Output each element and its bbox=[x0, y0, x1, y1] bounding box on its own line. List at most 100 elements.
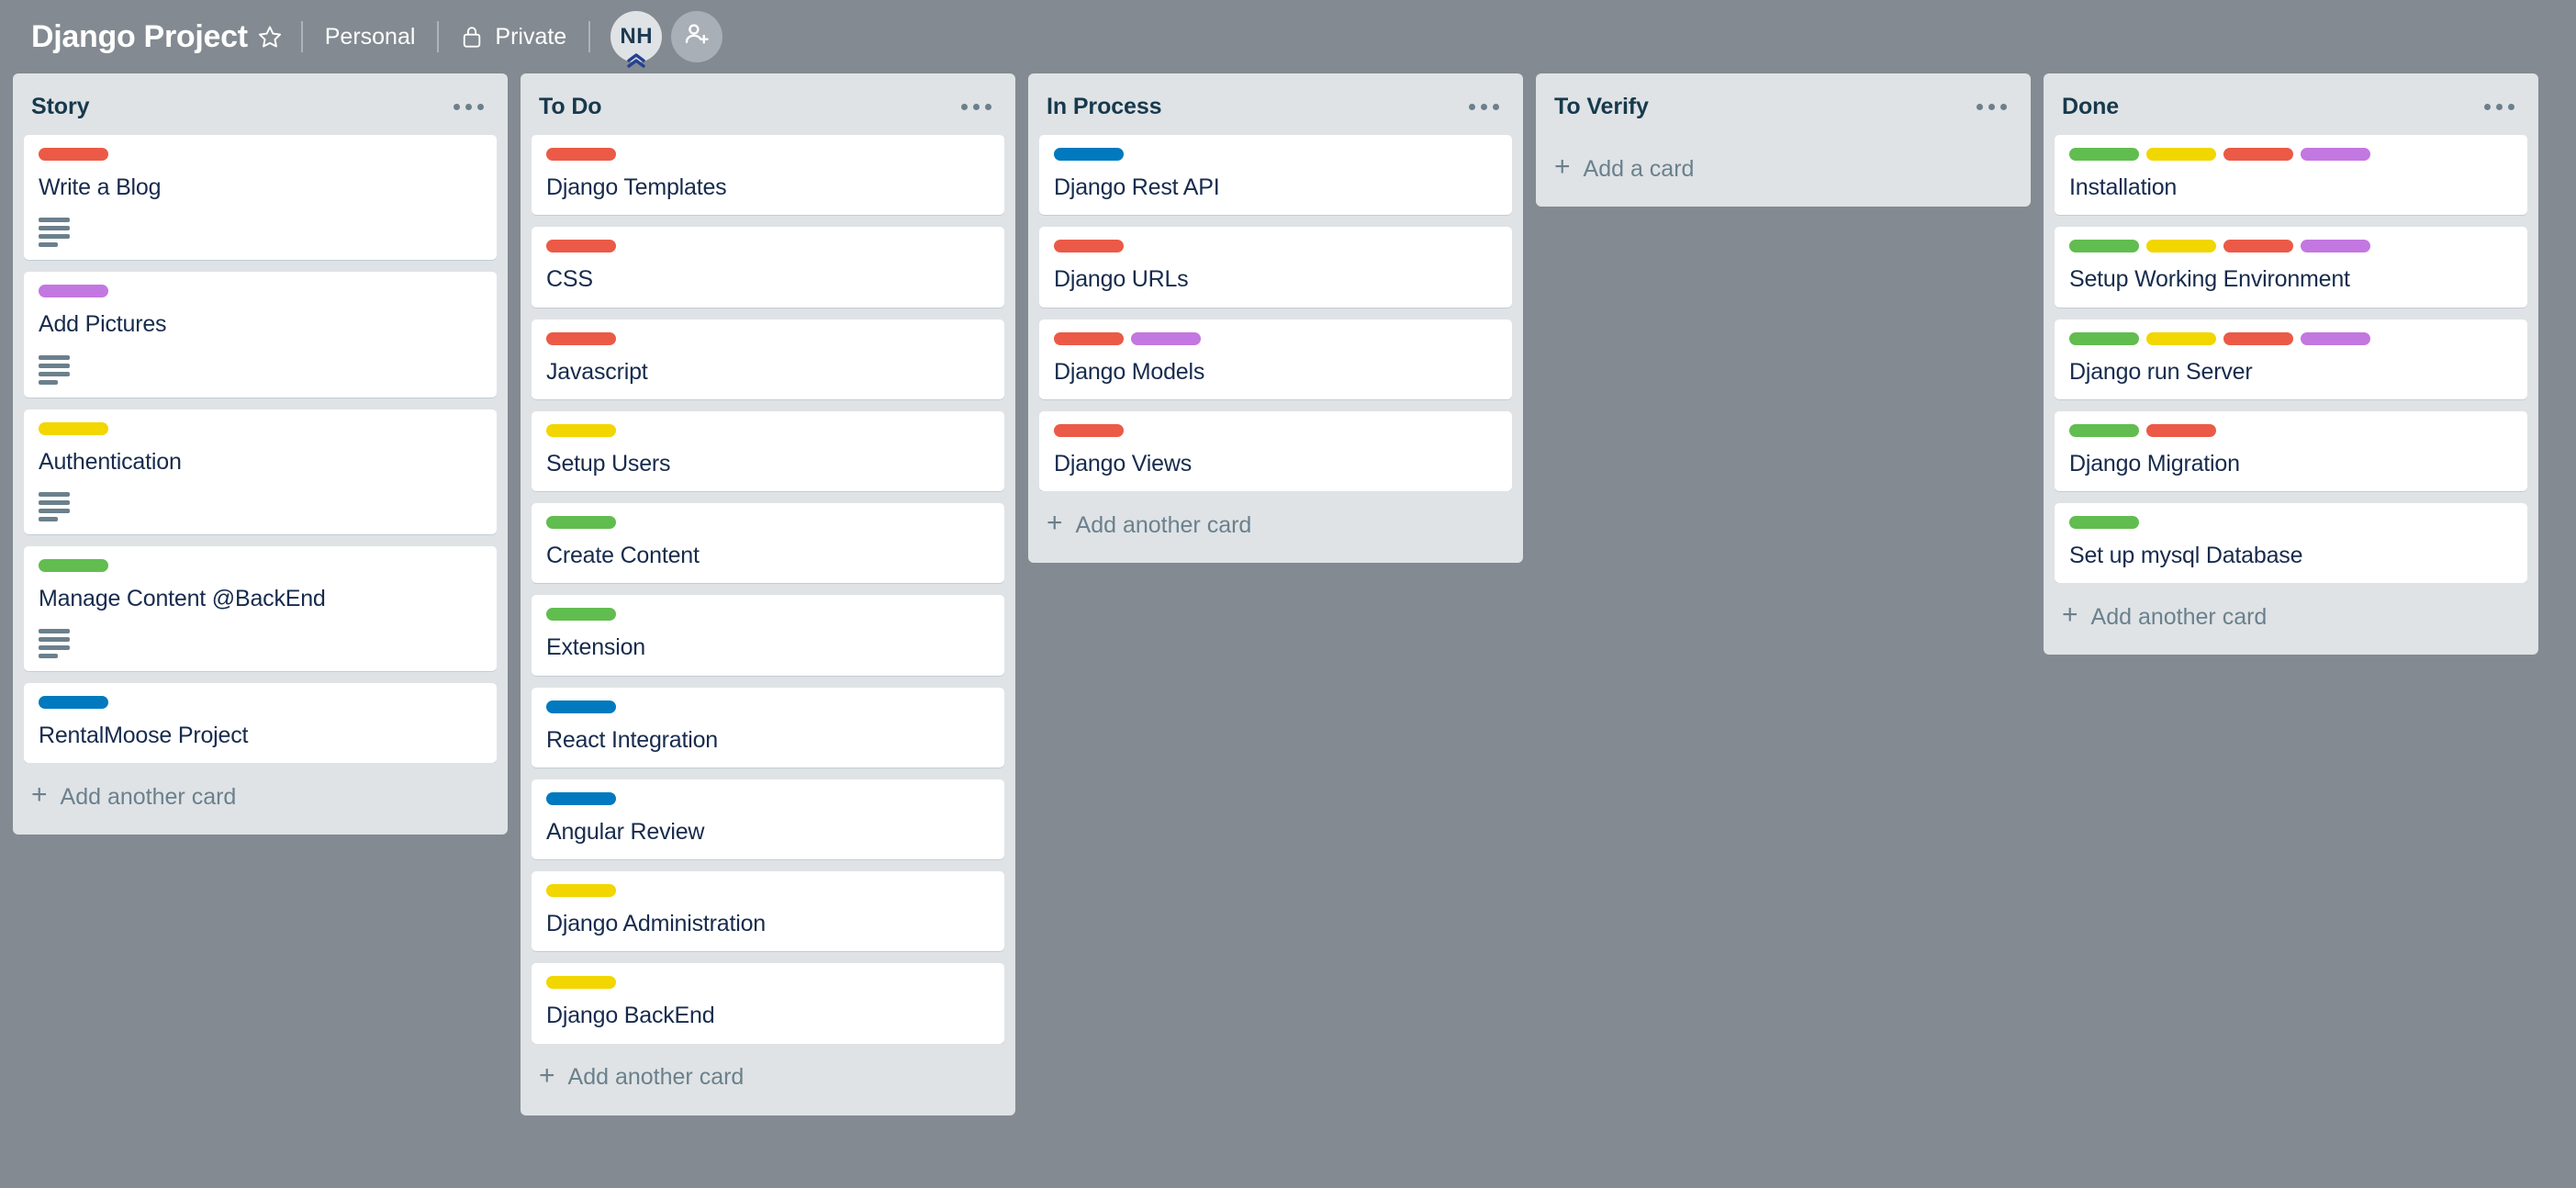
card-badges bbox=[39, 491, 484, 521]
workspace-button[interactable]: Personal bbox=[312, 17, 429, 58]
card[interactable]: Setup Working Environment bbox=[2055, 227, 2527, 308]
plus-icon: + bbox=[2062, 600, 2078, 631]
list-menu-icon[interactable] bbox=[956, 96, 997, 118]
label-purple[interactable] bbox=[2301, 331, 2370, 345]
card[interactable]: Django Administration bbox=[532, 871, 1004, 952]
card[interactable]: Django Views bbox=[1039, 410, 1512, 491]
label-yellow[interactable] bbox=[546, 884, 616, 897]
visibility-button[interactable]: Private bbox=[448, 17, 579, 58]
card-labels bbox=[1054, 423, 1499, 437]
add-card-label: Add a card bbox=[1583, 155, 1695, 182]
label-red[interactable] bbox=[2223, 240, 2293, 253]
list-title[interactable]: In Process bbox=[1047, 94, 1162, 120]
label-green[interactable] bbox=[546, 608, 616, 622]
card[interactable]: Set up mysql Database bbox=[2055, 503, 2527, 584]
card-title: Django Administration bbox=[546, 911, 766, 936]
card[interactable]: Javascript bbox=[532, 319, 1004, 399]
card-labels bbox=[39, 285, 484, 298]
card-title: Manage Content @BackEnd bbox=[39, 585, 326, 611]
list-header: To Verify bbox=[1547, 83, 2020, 135]
add-card-button[interactable]: + Add a card bbox=[1547, 135, 2020, 203]
card[interactable]: Write a Blog bbox=[24, 135, 497, 261]
add-card-button[interactable]: + Add another card bbox=[532, 1044, 1004, 1112]
header-divider-1 bbox=[300, 21, 303, 52]
label-red[interactable] bbox=[1054, 423, 1124, 437]
card[interactable]: Django BackEnd bbox=[532, 963, 1004, 1044]
label-purple[interactable] bbox=[2301, 240, 2370, 253]
list-menu-icon[interactable] bbox=[2479, 96, 2520, 118]
card-labels bbox=[2069, 516, 2514, 529]
card[interactable]: Django run Server bbox=[2055, 319, 2527, 399]
avatar[interactable]: NH bbox=[610, 11, 663, 62]
add-card-button[interactable]: + Add another card bbox=[24, 763, 497, 831]
card[interactable]: Setup Users bbox=[532, 410, 1004, 491]
label-blue[interactable] bbox=[546, 791, 616, 805]
card-title: Django Templates bbox=[546, 174, 727, 200]
card[interactable]: Django Migration bbox=[2055, 410, 2527, 491]
label-red[interactable] bbox=[39, 148, 108, 161]
label-purple[interactable] bbox=[2301, 148, 2370, 161]
label-yellow[interactable] bbox=[546, 976, 616, 990]
card-title: React Integration bbox=[546, 726, 718, 753]
card[interactable]: React Integration bbox=[532, 687, 1004, 768]
label-green[interactable] bbox=[2069, 148, 2139, 161]
card[interactable]: Django URLs bbox=[1039, 227, 1512, 308]
label-purple[interactable] bbox=[1131, 331, 1201, 345]
list-menu-icon[interactable] bbox=[1971, 96, 2012, 118]
card-labels bbox=[546, 148, 991, 161]
card[interactable]: Angular Review bbox=[532, 779, 1004, 859]
label-red[interactable] bbox=[2146, 423, 2216, 437]
label-yellow[interactable] bbox=[2146, 148, 2216, 161]
label-yellow[interactable] bbox=[2146, 240, 2216, 253]
list-title[interactable]: Done bbox=[2062, 94, 2119, 120]
label-green[interactable] bbox=[2069, 423, 2139, 437]
add-member-button[interactable] bbox=[671, 11, 723, 62]
label-purple[interactable] bbox=[39, 285, 108, 298]
list-title[interactable]: To Verify bbox=[1554, 94, 1649, 120]
card-title: Django URLs bbox=[1054, 266, 1189, 293]
label-blue[interactable] bbox=[1054, 148, 1124, 161]
label-green[interactable] bbox=[39, 558, 108, 572]
card[interactable]: Add Pictures bbox=[24, 272, 497, 398]
card[interactable]: Django Templates bbox=[532, 135, 1004, 216]
label-red[interactable] bbox=[1054, 240, 1124, 253]
label-red[interactable] bbox=[546, 148, 616, 161]
list-title[interactable]: Story bbox=[31, 94, 90, 120]
card[interactable]: Django Models bbox=[1039, 319, 1512, 399]
label-green[interactable] bbox=[546, 516, 616, 529]
card[interactable]: Create Content bbox=[532, 503, 1004, 584]
card-title: Javascript bbox=[546, 358, 648, 385]
board-canvas: Story Write a Blog Add Pictures Authenticat… bbox=[0, 73, 2576, 1188]
label-green[interactable] bbox=[2069, 240, 2139, 253]
label-red[interactable] bbox=[2223, 331, 2293, 345]
card[interactable]: Extension bbox=[532, 595, 1004, 676]
label-red[interactable] bbox=[546, 240, 616, 253]
label-yellow[interactable] bbox=[2146, 331, 2216, 345]
card[interactable]: RentalMoose Project bbox=[24, 683, 497, 764]
card[interactable]: Manage Content @BackEnd bbox=[24, 545, 497, 671]
label-blue[interactable] bbox=[546, 700, 616, 713]
card[interactable]: Django Rest API bbox=[1039, 135, 1512, 216]
label-blue[interactable] bbox=[39, 696, 108, 709]
card[interactable]: Installation bbox=[2055, 135, 2527, 216]
label-green[interactable] bbox=[2069, 331, 2139, 345]
add-card-button[interactable]: + Add another card bbox=[2055, 583, 2527, 651]
card[interactable]: CSS bbox=[532, 227, 1004, 308]
label-yellow[interactable] bbox=[39, 421, 108, 435]
label-yellow[interactable] bbox=[546, 423, 616, 437]
label-red[interactable] bbox=[1054, 331, 1124, 345]
add-card-button[interactable]: + Add another card bbox=[1039, 491, 1512, 559]
list-to-verify: To Verify + Add a card bbox=[1536, 73, 2031, 207]
card[interactable]: Authentication bbox=[24, 409, 497, 534]
card-labels bbox=[546, 516, 991, 529]
card-labels bbox=[1054, 240, 1499, 253]
card-title: Setup Users bbox=[546, 450, 671, 476]
list-menu-icon[interactable] bbox=[448, 96, 489, 118]
card-title: Django Migration bbox=[2069, 450, 2240, 476]
label-red[interactable] bbox=[2223, 148, 2293, 161]
label-red[interactable] bbox=[546, 331, 616, 345]
list-menu-icon[interactable] bbox=[1463, 96, 1505, 118]
list-title[interactable]: To Do bbox=[539, 94, 602, 120]
star-board-button[interactable] bbox=[248, 17, 292, 57]
label-green[interactable] bbox=[2069, 516, 2139, 529]
